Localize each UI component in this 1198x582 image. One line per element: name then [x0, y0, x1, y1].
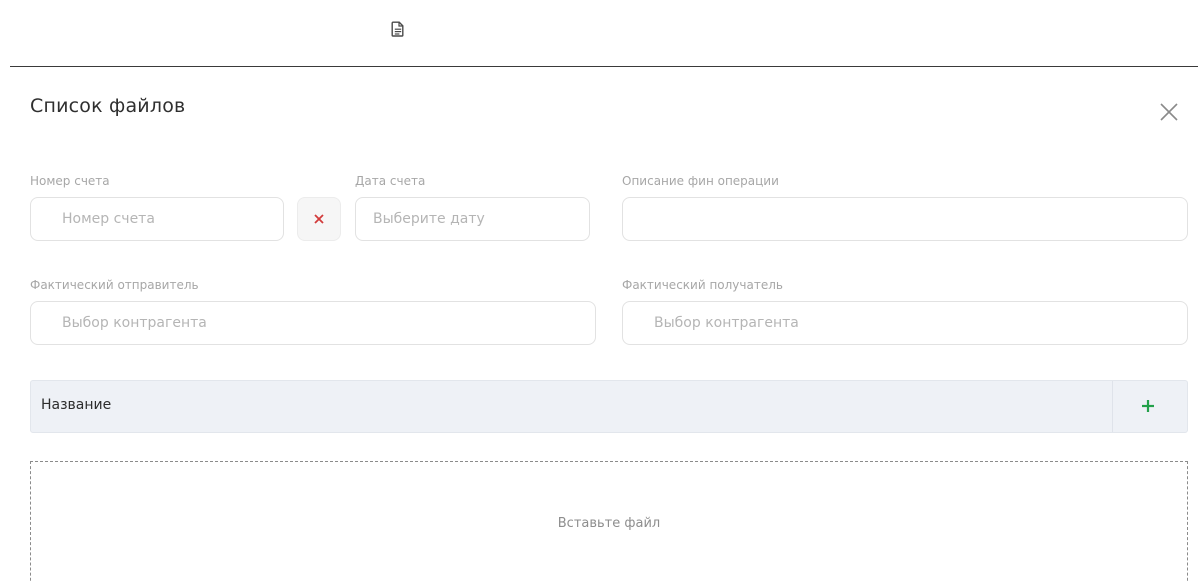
actual-sender-select[interactable]: Выбор контрагента [30, 301, 596, 345]
invoice-number-label: Номер счета [30, 174, 110, 188]
close-icon [1160, 103, 1178, 121]
add-file-button[interactable] [1137, 395, 1159, 417]
invoice-date-input[interactable]: Выберите дату [355, 197, 590, 241]
actual-recipient-placeholder: Выбор контрагента [654, 315, 799, 331]
actual-recipient-select[interactable]: Выбор контрагента [622, 301, 1188, 345]
actual-sender-placeholder: Выбор контрагента [62, 315, 207, 331]
invoice-number-placeholder: Номер счета [62, 211, 155, 227]
actual-recipient-label: Фактический получатель [622, 278, 783, 292]
close-button[interactable] [1158, 101, 1180, 123]
file-document-icon[interactable] [387, 18, 409, 40]
operation-description-label: Описание фин операции [622, 174, 779, 188]
column-header-name: Название [41, 397, 112, 413]
files-table-header: Название [30, 380, 1188, 433]
dropzone-text: Вставьте файл [557, 516, 661, 531]
file-list-page: Список файлов Номер счета Номер счета Да… [0, 0, 1198, 582]
invoice-date-label: Дата счета [355, 174, 426, 188]
invoice-number-input[interactable]: Номер счета [30, 197, 284, 241]
modal-title: Список файлов [30, 95, 186, 117]
file-dropzone[interactable]: Вставьте файл [30, 461, 1188, 582]
clear-invoice-number-button[interactable] [297, 197, 341, 241]
header-divider [10, 66, 1198, 67]
actual-sender-label: Фактический отправитель [30, 278, 199, 292]
column-divider [1112, 381, 1113, 432]
invoice-date-placeholder: Выберите дату [373, 211, 485, 227]
operation-description-input[interactable] [622, 197, 1188, 241]
clear-x-icon [314, 214, 324, 224]
plus-icon [1142, 400, 1154, 412]
